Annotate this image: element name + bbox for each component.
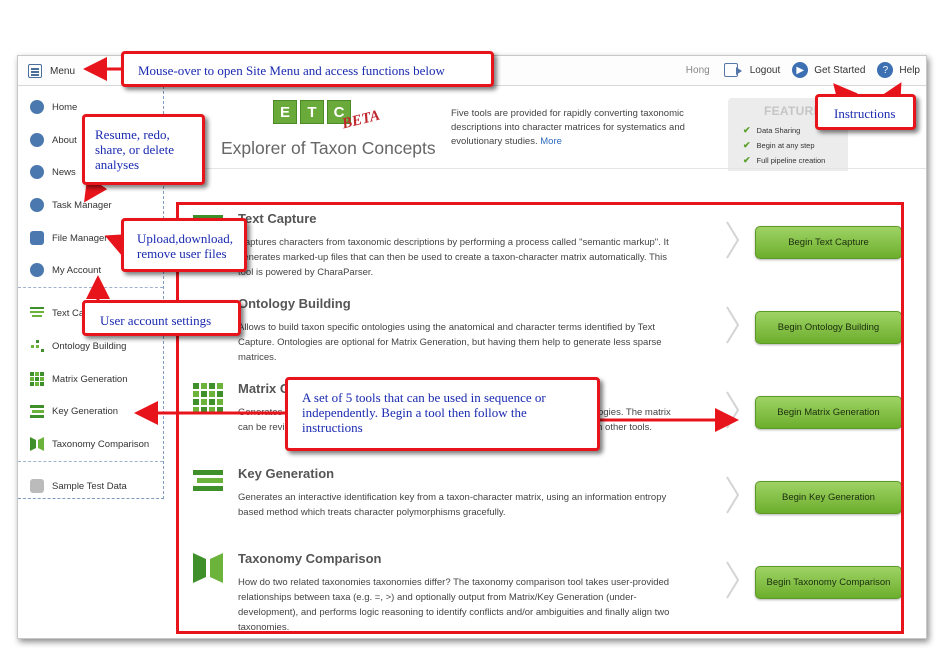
logo-letter: E	[273, 100, 297, 124]
play-icon[interactable]: ▶	[792, 62, 809, 78]
ontology-icon	[31, 340, 44, 352]
sidebar-item-label: Matrix Generation	[52, 373, 128, 385]
database-icon	[30, 479, 44, 493]
annotation-menu: Mouse-over to open Site Menu and access …	[121, 51, 494, 87]
sidebar-item-about[interactable]: About	[30, 131, 77, 149]
sidebar-item-key-generation[interactable]: Key Generation	[30, 402, 118, 420]
intro-body: Five tools are provided for rapidly conv…	[451, 108, 685, 147]
sidebar-divider	[18, 287, 163, 288]
get-started-link[interactable]: Get Started	[814, 65, 865, 76]
home-icon	[30, 100, 44, 114]
sidebar-item-label: News	[52, 166, 76, 178]
sidebar-item-label: File Manager	[52, 232, 108, 244]
more-link[interactable]: More	[540, 136, 562, 147]
sidebar-item-label: About	[52, 134, 77, 146]
check-icon: ✔	[743, 125, 751, 135]
annotation-file-manager: Upload,download, remove user files	[121, 218, 247, 272]
sidebar-item-my-account[interactable]: My Account	[30, 261, 101, 279]
etc-logo: E T C BETA Explorer of Taxon Concepts	[221, 96, 436, 158]
sidebar-item-matrix-generation[interactable]: Matrix Generation	[30, 370, 128, 388]
feature-item: ✔ Full pipeline creation	[743, 155, 826, 165]
sidebar-item-news[interactable]: News	[30, 163, 76, 181]
check-icon: ✔	[743, 140, 751, 150]
sidebar-item-label: Ontology Building	[52, 340, 127, 352]
sidebar-item-taxonomy-comparison[interactable]: Taxonomy Comparison	[30, 435, 149, 453]
top-right-links: Hong Logout ▶ Get Started ? Help	[686, 62, 920, 78]
annotation-instructions: Instructions	[815, 94, 916, 130]
logout-link[interactable]: Logout	[750, 65, 781, 76]
menu-button[interactable]: Menu	[28, 62, 75, 80]
annotation-tools: A set of 5 tools that can be used in seq…	[285, 377, 600, 451]
annotation-task-manager: Resume, redo, share, or delete analyses	[82, 114, 205, 185]
sidebar-item-label: Key Generation	[52, 405, 119, 417]
sidebar-item-label: Taxonomy Comparison	[52, 438, 150, 450]
sidebar-divider	[18, 461, 163, 462]
annotation-account: User account settings	[82, 300, 241, 336]
sidebar-item-task-manager[interactable]: Task Manager	[30, 196, 112, 214]
text-capture-icon	[30, 307, 44, 317]
feature-item: ✔ Begin at any step	[743, 140, 815, 150]
intro-text: Five tools are provided for rapidly conv…	[451, 107, 691, 149]
file-icon	[30, 231, 44, 245]
check-icon: ✔	[743, 155, 751, 165]
username: Hong	[685, 64, 710, 76]
sidebar-item-label: Task Manager	[52, 199, 112, 211]
gear-icon	[30, 263, 44, 277]
taxonomy-icon	[30, 437, 44, 451]
sidebar-item-home[interactable]: Home	[30, 98, 77, 116]
sidebar-item-file-manager[interactable]: File Manager	[30, 229, 107, 247]
sidebar-item-label: Home	[52, 101, 78, 113]
help-icon[interactable]: ?	[877, 62, 894, 78]
key-icon	[30, 405, 44, 418]
feature-item: ✔ Data Sharing	[743, 125, 801, 135]
menu-icon	[28, 64, 42, 78]
help-link[interactable]: Help	[899, 65, 920, 76]
menu-label: Menu	[50, 65, 76, 77]
sidebar-item-label: My Account	[52, 264, 102, 276]
check-icon	[30, 198, 44, 212]
logo-letter: T	[300, 100, 324, 124]
news-icon	[30, 165, 44, 179]
logo-text: Explorer of Taxon Concepts	[221, 138, 436, 158]
sidebar-item-label: Sample Test Data	[52, 480, 127, 492]
header-divider	[163, 168, 926, 169]
matrix-icon	[30, 372, 44, 386]
sidebar-item-ontology-building[interactable]: Ontology Building	[30, 337, 126, 355]
sidebar-item-sample-test-data[interactable]: Sample Test Data	[30, 477, 127, 495]
info-icon	[30, 133, 44, 147]
logout-icon[interactable]	[723, 63, 742, 77]
